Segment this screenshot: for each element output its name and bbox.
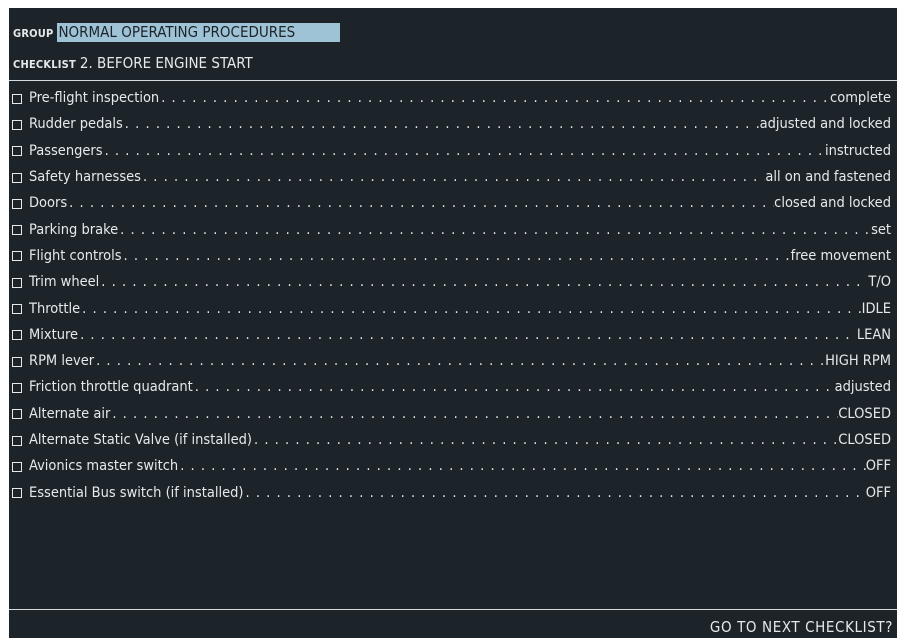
item-label: Flight controls — [29, 247, 122, 264]
leader-dots: ........................................… — [180, 458, 866, 475]
checklist-label: CHECKLIST — [13, 57, 76, 71]
item-label: Avionics master switch — [29, 458, 179, 475]
header-divider — [9, 80, 897, 81]
item-label: Alternate air — [29, 405, 111, 422]
group-label: GROUP — [13, 26, 54, 40]
leader-dots: ........................................… — [101, 274, 869, 291]
item-label: Trim wheel — [29, 274, 100, 291]
checkbox-icon[interactable] — [12, 382, 22, 393]
checklist-item[interactable]: Mixture.................................… — [9, 322, 891, 348]
leader-dots: ........................................… — [123, 247, 791, 264]
checkbox-icon[interactable] — [12, 198, 22, 209]
leader-dots: ........................................… — [104, 142, 825, 159]
leader-dots: ........................................… — [69, 195, 774, 212]
checklist-item[interactable]: Safety harnesses........................… — [9, 164, 891, 190]
item-action: IDLE — [861, 300, 891, 317]
item-action: OFF — [865, 458, 891, 475]
footer-divider — [9, 609, 897, 610]
item-label: Friction throttle quadrant — [29, 379, 193, 396]
leader-dots: ........................................… — [194, 379, 835, 396]
checklist-item[interactable]: Rudder pedals...........................… — [9, 111, 891, 137]
leader-dots: ........................................… — [245, 484, 866, 501]
item-action: adjusted and locked — [759, 116, 891, 133]
checkbox-icon[interactable] — [12, 461, 22, 472]
item-action: closed and locked — [774, 195, 891, 212]
checklist-select-field[interactable]: 2. BEFORE ENGINE START — [80, 54, 253, 72]
checklist-item[interactable]: Pre-flight inspection...................… — [9, 85, 891, 111]
checklist-item[interactable]: Doors...................................… — [9, 190, 891, 216]
leader-dots: ........................................… — [120, 221, 872, 238]
item-label: RPM lever — [29, 353, 95, 370]
group-select-field[interactable]: NORMAL OPERATING PROCEDURES — [57, 22, 341, 42]
item-action: complete — [830, 90, 891, 107]
item-label: Rudder pedals — [29, 116, 123, 133]
leader-dots: ........................................… — [142, 169, 765, 186]
leader-dots: ........................................… — [80, 326, 857, 343]
checklist-item[interactable]: Alternate Static Valve (if installed)...… — [9, 427, 891, 453]
checkbox-icon[interactable] — [12, 93, 22, 104]
leader-dots: ........................................… — [124, 116, 760, 133]
checkbox-icon[interactable] — [12, 172, 22, 183]
item-action: instructed — [824, 142, 891, 159]
item-label: Essential Bus switch (if installed) — [29, 484, 244, 501]
leader-dots: ........................................… — [82, 300, 862, 317]
item-label: Pre-flight inspection — [29, 90, 160, 107]
leader-dots: ........................................… — [112, 405, 838, 422]
checklist-screen: GROUP NORMAL OPERATING PROCEDURES CHECKL… — [9, 8, 897, 638]
item-label: Alternate Static Valve (if installed) — [29, 432, 252, 448]
leader-dots: ........................................… — [161, 90, 831, 107]
item-action: free movement — [790, 247, 891, 264]
item-action: HIGH RPM — [825, 353, 891, 370]
checklist-item[interactable]: Alternate air...........................… — [9, 401, 891, 427]
checkbox-icon[interactable] — [12, 409, 22, 420]
checkbox-icon[interactable] — [12, 277, 22, 288]
checkbox-icon[interactable] — [12, 304, 22, 315]
checkbox-icon[interactable] — [12, 488, 22, 499]
item-label: Doors — [29, 195, 68, 212]
checklist-item[interactable]: Trim wheel..............................… — [9, 269, 891, 295]
group-row: GROUP NORMAL OPERATING PROCEDURES — [9, 20, 341, 44]
leader-dots: ........................................… — [253, 432, 838, 448]
item-action: CLOSED — [838, 432, 891, 448]
checklist-item[interactable]: Friction throttle quadrant..............… — [9, 374, 891, 400]
leader-dots: ........................................… — [96, 353, 825, 370]
item-action: T/O — [868, 274, 891, 291]
checklist-item[interactable]: Passengers..............................… — [9, 138, 891, 164]
checklist-row: CHECKLIST 2. BEFORE ENGINE START — [9, 51, 253, 75]
checkbox-icon[interactable] — [12, 356, 22, 367]
item-action: adjusted — [834, 379, 891, 396]
item-label: Mixture — [29, 326, 79, 343]
item-label: Parking brake — [29, 221, 119, 238]
item-label: Safety harnesses — [29, 169, 141, 186]
item-action: set — [871, 221, 891, 238]
checkbox-icon[interactable] — [12, 225, 22, 236]
checklist-item[interactable]: Flight controls.........................… — [9, 243, 891, 269]
checkbox-icon[interactable] — [12, 119, 22, 130]
item-label: Passengers — [29, 142, 103, 159]
checklist-item[interactable]: Essential Bus switch (if installed).....… — [9, 479, 891, 505]
checklist-item[interactable]: Throttle................................… — [9, 295, 891, 321]
item-action: LEAN — [856, 326, 891, 343]
checklist-item[interactable]: Avionics master switch..................… — [9, 453, 891, 479]
next-checklist-button[interactable]: GO TO NEXT CHECKLIST? — [710, 618, 893, 636]
checklist-item[interactable]: Parking brake...........................… — [9, 216, 891, 242]
checkbox-icon[interactable] — [12, 251, 22, 262]
checkbox-icon[interactable] — [12, 330, 22, 341]
item-action: CLOSED — [838, 405, 891, 422]
checkbox-icon[interactable] — [12, 146, 22, 157]
checklist-item[interactable]: RPM lever...............................… — [9, 348, 891, 374]
item-action: OFF — [865, 484, 891, 501]
item-action: all on and fastened — [765, 169, 891, 186]
item-label: Throttle — [29, 300, 81, 317]
checkbox-icon[interactable] — [12, 435, 22, 446]
checklist-items: Pre-flight inspection...................… — [9, 85, 891, 506]
